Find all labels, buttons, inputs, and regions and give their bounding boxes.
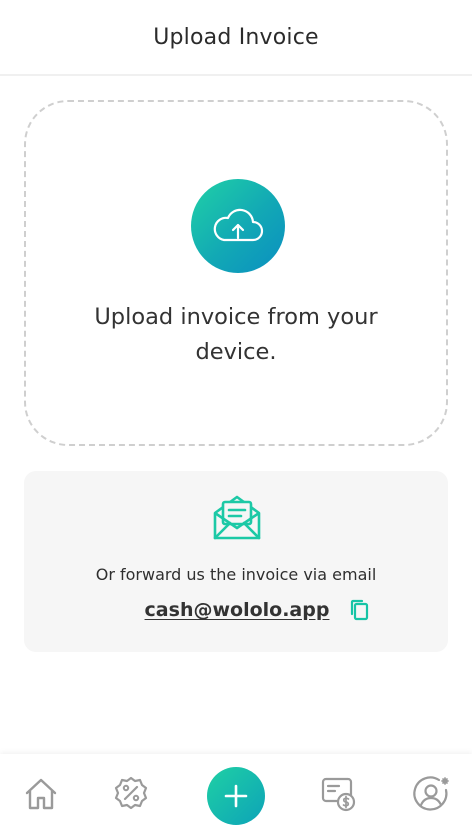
forward-instruction: Or forward us the invoice via email [95, 565, 377, 584]
profile-settings-icon [413, 776, 449, 811]
email-row: cash@wololo.app [24, 598, 448, 622]
discount-badge-icon [114, 776, 148, 810]
app-header: Upload Invoice [0, 0, 472, 76]
home-icon [25, 778, 57, 810]
email-forward-card: Or forward us the invoice via email cash… [24, 471, 448, 652]
cloud-upload-icon [213, 208, 264, 242]
upload-message: Upload invoice from your device. [94, 304, 378, 365]
upload-dropzone[interactable]: Upload invoice from your device. [24, 100, 448, 446]
nav-invoices[interactable] [317, 772, 361, 816]
bottom-navigation [0, 754, 472, 838]
add-icon [224, 784, 248, 808]
copy-icon[interactable] [347, 598, 371, 622]
upload-button[interactable] [191, 179, 285, 273]
nav-profile[interactable] [409, 772, 453, 816]
add-button[interactable] [207, 767, 265, 825]
nav-discounts[interactable] [109, 772, 153, 816]
page-title: Upload Invoice [153, 24, 319, 50]
invoice-dollar-icon [321, 777, 356, 812]
open-envelope-icon [213, 495, 261, 540]
nav-home[interactable] [19, 772, 63, 816]
email-address-link[interactable]: cash@wololo.app [145, 599, 330, 621]
